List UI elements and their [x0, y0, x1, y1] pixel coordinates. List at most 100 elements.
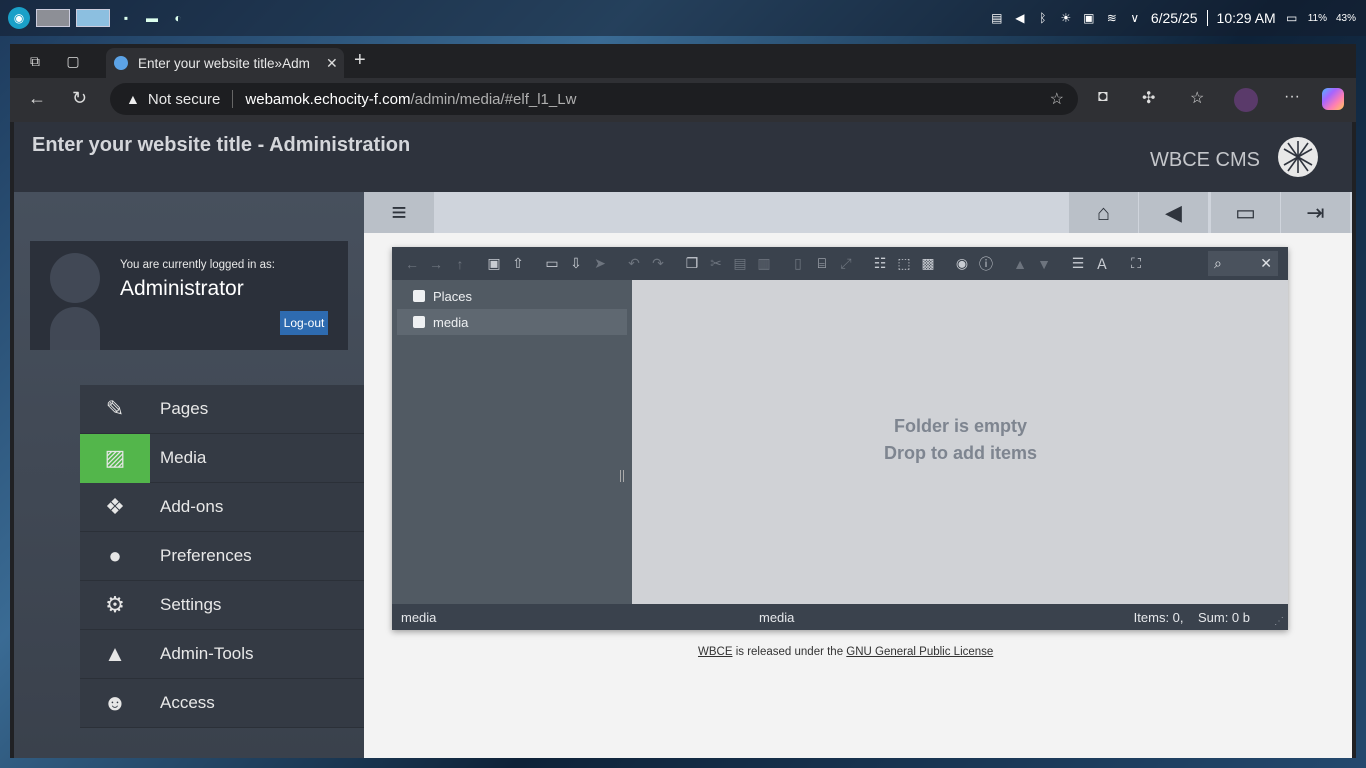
search-input[interactable]: ⌕ ✕: [1208, 251, 1278, 276]
resize-grip-icon[interactable]: ⋰: [1274, 616, 1284, 627]
wifi-icon[interactable]: ≋: [1105, 11, 1119, 25]
up-arrow-icon[interactable]: ↑: [448, 256, 472, 272]
footer: WBCE is released under the GNU General P…: [698, 646, 993, 658]
download-icon[interactable]: ⇩: [564, 255, 588, 272]
menu-item-media[interactable]: ▨ Media: [80, 433, 364, 483]
tree-item-media[interactable]: media: [397, 309, 627, 335]
list-view-icon[interactable]: ☰: [1066, 255, 1090, 272]
file-manager-icon[interactable]: ▬: [142, 8, 162, 28]
workspace-thumbnail-2[interactable]: [76, 9, 110, 27]
paste-icon[interactable]: ▤: [728, 255, 752, 272]
brightness-icon[interactable]: ☀: [1059, 11, 1073, 25]
url-host[interactable]: webamok.echocity-f.com: [245, 91, 410, 108]
extension-shield-icon[interactable]: ◘: [1098, 88, 1108, 106]
refresh-icon[interactable]: ↻: [72, 88, 87, 109]
more-icon[interactable]: ···: [1284, 88, 1300, 106]
trash-icon[interactable]: ▥: [752, 255, 776, 272]
battery-icon[interactable]: ▣: [1082, 11, 1096, 25]
search-icon[interactable]: ⌕: [1214, 255, 1222, 272]
redo-icon[interactable]: ↷: [646, 255, 670, 272]
user-icon: ●: [108, 543, 122, 568]
tab-actions-icon[interactable]: ▢: [60, 48, 86, 74]
profile-avatar[interactable]: [1234, 88, 1258, 112]
menu-item-label: Add-ons: [160, 497, 224, 516]
info-icon[interactable]: ⓘ: [974, 254, 998, 274]
rename-icon[interactable]: ⌸: [810, 255, 834, 272]
empty-folder-text: Folder is empty: [893, 416, 1028, 436]
divider: [232, 90, 234, 108]
undo-icon[interactable]: ↶: [622, 255, 646, 272]
extensions-icon[interactable]: ✣: [1142, 88, 1155, 108]
menu-item-access[interactable]: ☻ Access: [80, 679, 364, 728]
volume-icon[interactable]: ◀: [1013, 11, 1027, 25]
menu-item-settings[interactable]: ⚙ Settings: [80, 581, 364, 630]
close-icon[interactable]: ✕: [326, 55, 338, 72]
clipboard-icon[interactable]: ▤: [990, 11, 1004, 25]
favorites-icon[interactable]: ☆: [1190, 88, 1204, 108]
upload-icon[interactable]: ⇧: [506, 255, 530, 272]
back-arrow-icon[interactable]: ←: [400, 256, 424, 272]
duplicate-icon[interactable]: ▯: [786, 255, 810, 272]
select-pointer-icon[interactable]: ➤: [588, 255, 612, 272]
sort-az-icon[interactable]: Ａ: [1090, 254, 1114, 274]
bluetooth-icon[interactable]: ᛒ: [1036, 11, 1050, 25]
resize-handle[interactable]: [620, 470, 624, 482]
not-secure-label[interactable]: Not secure: [148, 91, 221, 108]
logout-button[interactable]: Log-out: [280, 311, 328, 335]
edge-icon[interactable]: ◐: [168, 8, 188, 28]
back-icon[interactable]: ←: [28, 88, 46, 109]
page-header: Enter your website title - Administratio…: [14, 122, 1352, 192]
file-manager-toolbar: ← → ↑ ▣ ⇧ ▭ ⇩ ➤ ↶ ↷ ❐ ✂ ▤ ▥ ▯ ⌸ ⤢ ☷ ⬚ ▩ …: [392, 247, 1288, 280]
new-folder-icon[interactable]: ▣: [482, 255, 506, 272]
menu-item-label: Admin-Tools: [160, 644, 254, 663]
open-folder-icon[interactable]: ▭: [540, 255, 564, 272]
copilot-icon[interactable]: [1322, 88, 1344, 110]
star-icon[interactable]: ☆: [1050, 89, 1064, 109]
back-circle-icon[interactable]: ◀: [1138, 192, 1208, 233]
avatar-body: [50, 307, 100, 350]
home-icon[interactable]: ⌂: [1068, 192, 1138, 233]
cut-icon[interactable]: ✂: [704, 255, 728, 272]
menu-item-addons[interactable]: ❖ Add-ons: [80, 483, 364, 532]
sign-out-icon[interactable]: ⇥: [1280, 192, 1350, 233]
tree-item-places[interactable]: Places: [397, 283, 627, 309]
select-invert-icon[interactable]: ▩: [916, 255, 940, 272]
terminal-icon[interactable]: ▪: [116, 8, 136, 28]
preview-eye-icon[interactable]: ◉: [950, 255, 974, 272]
workspaces-icon[interactable]: ⧉: [22, 48, 48, 74]
menu-item-label: Settings: [160, 595, 222, 614]
fullscreen-icon[interactable]: ⛶: [1124, 255, 1148, 272]
show-desktop-icon[interactable]: ▭: [1285, 11, 1299, 25]
resize-icon[interactable]: ⤢: [834, 255, 858, 272]
main-area: ≡ ⌂ ◀ ▭ ⇥ ← → ↑ ▣ ⇧ ▭ ⇩ ➤ ↶ ↷ ❐ ✂ ▤ ▥ ▯ …: [364, 192, 1352, 758]
gears-icon: ⚙: [105, 592, 125, 617]
wbce-logo-icon: [1278, 137, 1318, 177]
monitor-icon[interactable]: ▭: [1210, 192, 1280, 233]
sidebar: You are currently logged in as: Administ…: [14, 192, 364, 758]
menu-item-pages[interactable]: ✎ Pages: [80, 385, 364, 434]
select-all-icon[interactable]: ☷: [868, 255, 892, 272]
tab-active[interactable]: Enter your website title»Adm ✕: [106, 48, 344, 78]
url-path[interactable]: /admin/media/#elf_l1_Lw: [410, 91, 576, 108]
chevron-down-icon[interactable]: ∨: [1128, 11, 1142, 25]
extract-icon[interactable]: ▲: [1008, 256, 1032, 272]
select-none-icon[interactable]: ⬚: [892, 255, 916, 272]
workspace-thumbnail-1[interactable]: [36, 9, 70, 27]
menu-item-admin-tools[interactable]: ▲ Admin-Tools: [80, 630, 364, 679]
license-link[interactable]: GNU General Public License: [846, 646, 993, 658]
warning-icon[interactable]: ▲: [126, 91, 140, 107]
edit-icon: ✎: [105, 396, 125, 421]
folder-content[interactable]: Folder is empty Drop to add items: [633, 280, 1288, 604]
hamburger-icon[interactable]: ≡: [364, 192, 434, 233]
close-icon[interactable]: ✕: [1260, 255, 1272, 272]
new-tab-icon[interactable]: +: [354, 49, 366, 72]
copy-icon[interactable]: ❐: [680, 255, 704, 272]
file-tree: Places media: [392, 280, 632, 604]
menu-item-preferences[interactable]: ● Preferences: [80, 532, 364, 581]
wbce-link[interactable]: WBCE: [698, 646, 733, 658]
archive-icon[interactable]: ▼: [1032, 256, 1056, 272]
start-icon[interactable]: ◉: [8, 7, 30, 29]
forward-arrow-icon[interactable]: →: [424, 256, 448, 272]
status-path[interactable]: media: [401, 610, 436, 625]
address-bar[interactable]: ▲ Not secure webamok.echocity-f.com/admi…: [110, 83, 1078, 115]
